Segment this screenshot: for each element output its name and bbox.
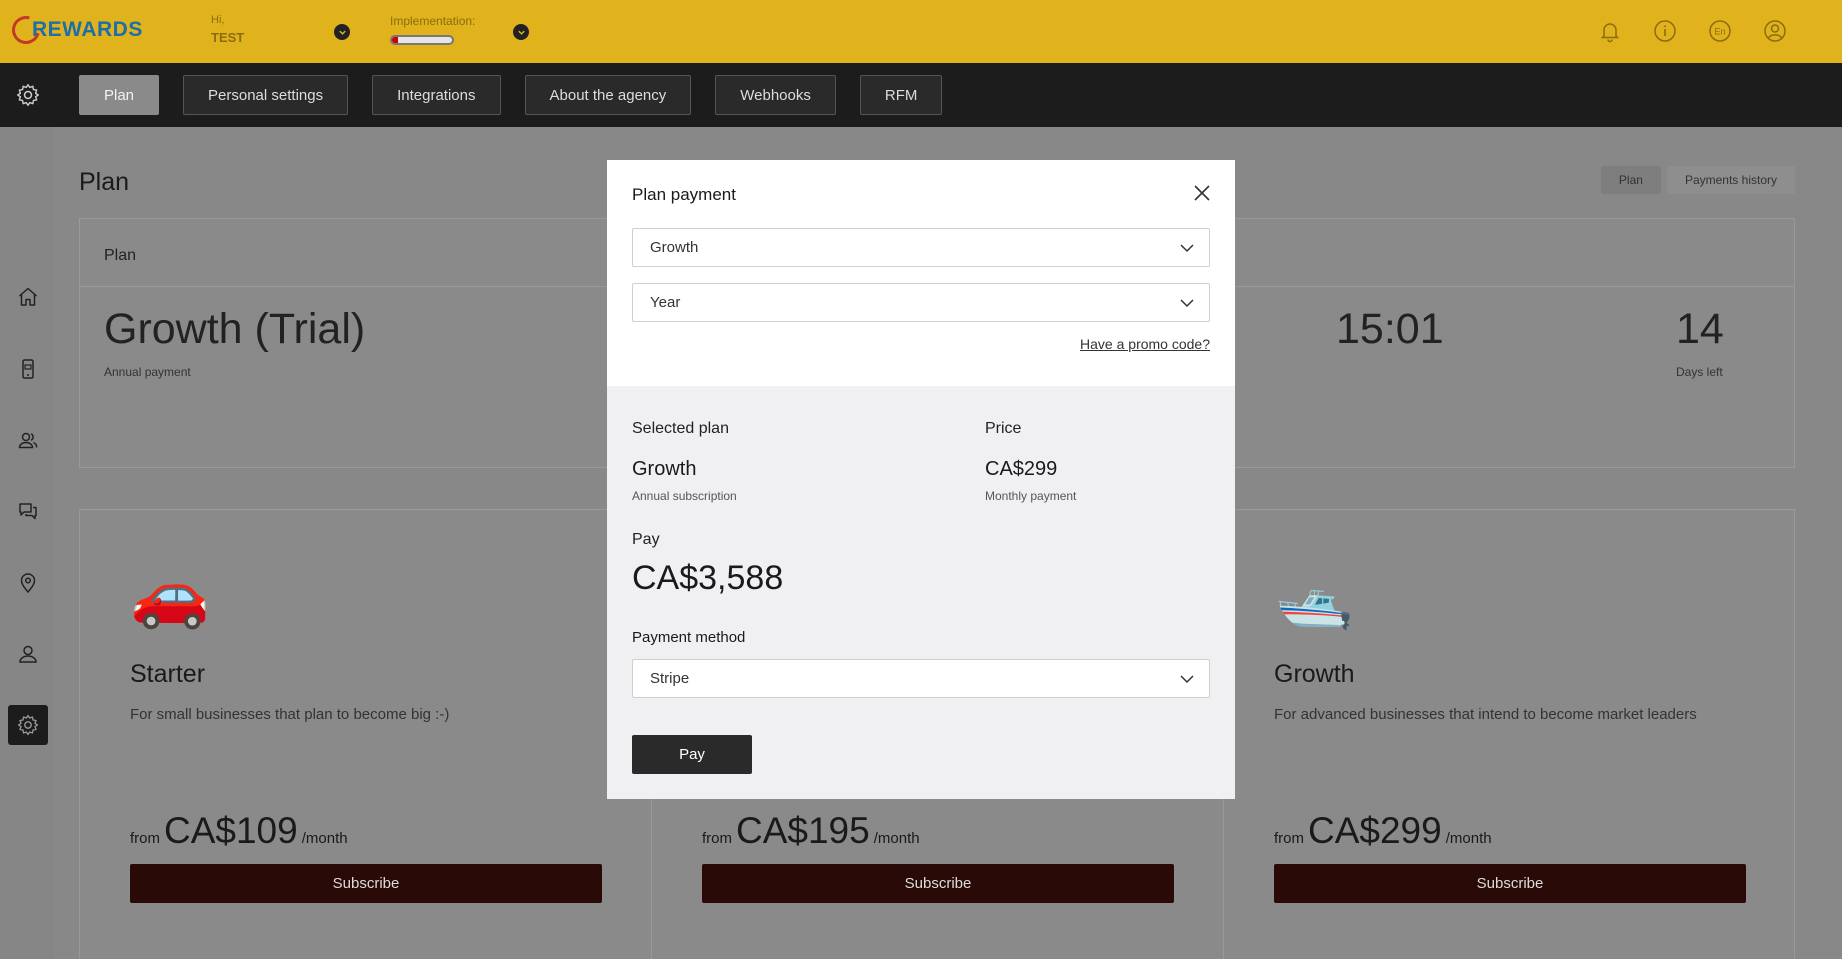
pay-label: Pay — [632, 531, 660, 548]
price-period: /month — [1445, 830, 1492, 847]
yacht-icon: 🛥️ — [1274, 558, 1354, 630]
page-title: Plan — [79, 168, 130, 196]
trial-timer: 15:01 — [1336, 305, 1444, 353]
subtab-payments-history[interactable]: Payments history — [1666, 166, 1795, 194]
period-select-value: Year — [650, 294, 681, 311]
tab-rfm[interactable]: RFM — [859, 75, 943, 115]
subscribe-button[interactable]: Subscribe — [702, 864, 1174, 903]
chevron-down-icon — [1180, 675, 1194, 684]
chevron-down-icon — [1180, 244, 1194, 253]
chevron-down-icon — [1180, 299, 1194, 308]
close-icon[interactable] — [1191, 182, 1213, 204]
implementation-label: Implementation: — [390, 14, 476, 28]
implementation-progress: Implementation: — [390, 14, 475, 45]
tab-personal-settings[interactable]: Personal settings — [183, 75, 349, 115]
period-select[interactable]: Year — [632, 283, 1210, 322]
implementation-progress-fill — [392, 37, 398, 43]
tier-name: Starter — [130, 660, 206, 688]
current-plan-name: Growth (Trial) — [104, 305, 366, 353]
price-value: CA$299 — [985, 458, 1058, 480]
plan-select[interactable]: Growth — [632, 228, 1210, 267]
settings-icon[interactable] — [8, 705, 48, 745]
modal-title: Plan payment — [632, 185, 736, 204]
current-plan-billing: Annual payment — [104, 365, 191, 379]
info-icon[interactable] — [1653, 19, 1677, 43]
tab-plan[interactable]: Plan — [79, 75, 160, 115]
days-left-value: 14 — [1676, 305, 1724, 353]
days-left-label: Days left — [1676, 365, 1723, 379]
plan-payment-modal: Plan payment Growth Year Have a promo co… — [607, 160, 1235, 799]
settings-nav-bar: Plan Personal settings Integrations Abou… — [0, 63, 1842, 127]
user-icon[interactable] — [1763, 19, 1787, 43]
price-label: Price — [985, 420, 1022, 437]
logo-mark-icon — [6, 10, 46, 50]
subscribe-button[interactable]: Subscribe — [1274, 864, 1746, 903]
subscribe-button[interactable]: Subscribe — [130, 864, 602, 903]
app-logo[interactable]: REWARDS — [6, 10, 143, 50]
selected-plan-value: Growth — [632, 458, 697, 480]
customers-icon[interactable] — [8, 420, 48, 460]
price-prefix: from — [130, 830, 160, 847]
chat-icon[interactable] — [8, 491, 48, 531]
user-menu-chevron-icon[interactable] — [334, 24, 350, 40]
language-code: En — [1714, 27, 1725, 37]
payment-method-select[interactable]: Stripe — [632, 659, 1210, 698]
price-amount: CA$195 — [736, 810, 870, 851]
pay-amount: CA$3,588 — [632, 559, 784, 597]
price-amount: CA$299 — [1308, 810, 1442, 851]
tier-name: Growth — [1274, 660, 1355, 688]
gear-icon[interactable] — [15, 82, 41, 108]
payment-method-label: Payment method — [632, 629, 746, 646]
tier-description: For small businesses that plan to become… — [130, 706, 450, 723]
tier-starter: 🚗 Starter For small businesses that plan… — [80, 510, 652, 959]
price-prefix: from — [1274, 830, 1304, 847]
price-prefix: from — [702, 830, 732, 847]
profile-icon[interactable] — [8, 634, 48, 674]
plan-subtabs: Plan Payments history — [1600, 166, 1795, 194]
greeting-text: Hi, — [211, 14, 225, 26]
tier-growth: 🛥️ Growth For advanced businesses that i… — [1224, 510, 1796, 959]
tier-price: from CA$299 /month — [1274, 810, 1492, 852]
price-sub: Monthly payment — [985, 489, 1077, 503]
location-icon[interactable] — [8, 563, 48, 603]
tier-price: from CA$195 /month — [702, 810, 920, 852]
selected-plan-sub: Annual subscription — [632, 489, 737, 503]
implementation-chevron-icon[interactable] — [513, 24, 529, 40]
tab-integrations[interactable]: Integrations — [372, 75, 501, 115]
payment-method-value: Stripe — [650, 670, 690, 687]
sidebar — [0, 127, 54, 959]
home-icon[interactable] — [8, 277, 48, 317]
price-period: /month — [873, 830, 920, 847]
price-period: /month — [301, 830, 348, 847]
implementation-progress-bar — [390, 35, 454, 45]
tier-price: from CA$109 /month — [130, 810, 348, 852]
price-amount: CA$109 — [164, 810, 298, 851]
promo-code-link[interactable]: Have a promo code? — [1080, 336, 1210, 352]
top-bar: REWARDS Hi, TEST Implementation: En — [0, 0, 1842, 63]
mobile-card-icon[interactable] — [8, 349, 48, 389]
settings-tabs: Plan Personal settings Integrations Abou… — [79, 75, 966, 115]
selected-plan-label: Selected plan — [632, 420, 729, 437]
plan-select-value: Growth — [650, 239, 699, 256]
modal-header-section: Plan payment Growth Year Have a promo co… — [607, 160, 1235, 386]
subtab-plan[interactable]: Plan — [1600, 166, 1661, 194]
tier-description: For advanced businesses that intend to b… — [1274, 706, 1697, 723]
language-icon[interactable]: En — [1708, 19, 1732, 43]
bell-icon[interactable] — [1598, 19, 1622, 43]
car-icon: 🚗 — [130, 558, 210, 630]
user-greeting: Hi, TEST — [211, 14, 244, 45]
tab-about-agency[interactable]: About the agency — [524, 75, 692, 115]
user-name: TEST — [211, 30, 245, 45]
tab-webhooks[interactable]: Webhooks — [715, 75, 836, 115]
payment-summary: Selected plan Growth Annual subscription… — [607, 386, 1235, 799]
logo-text: REWARDS — [32, 18, 143, 41]
pay-button[interactable]: Pay — [632, 735, 752, 774]
